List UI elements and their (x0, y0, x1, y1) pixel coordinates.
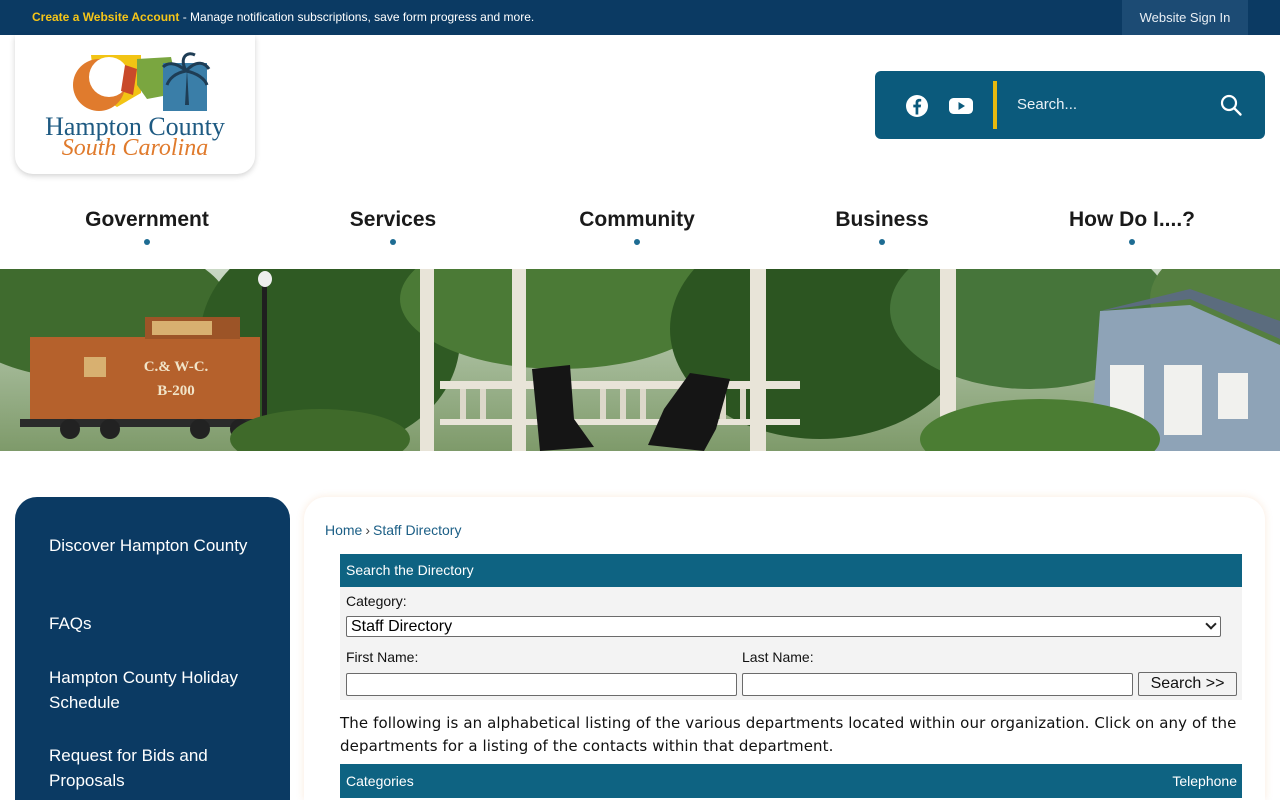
nav-business[interactable]: Business (835, 208, 928, 232)
breadcrumb-current[interactable]: Staff Directory (373, 522, 461, 538)
first-name-label: First Name: (346, 649, 419, 665)
search-icon[interactable] (1219, 93, 1243, 117)
breadcrumb-home-link[interactable]: Home (325, 522, 362, 538)
nav-government[interactable]: Government (85, 208, 209, 232)
category-select-value: Staff Directory (351, 618, 453, 635)
caboose-lettering: C.& W-C. (144, 359, 209, 375)
directory-search-header: Search the Directory (340, 554, 1242, 587)
sign-in-button[interactable]: Website Sign In (1122, 0, 1248, 35)
chevron-down-icon (1205, 618, 1217, 630)
nav-dot-indicator (144, 239, 150, 245)
sidebar-item-holiday-schedule[interactable]: Hampton County Holiday Schedule (49, 665, 259, 715)
breadcrumb-separator: › (365, 522, 371, 538)
search-panel: Search... (875, 71, 1265, 139)
logo-graphic-icon (73, 52, 211, 111)
caboose-number: B-200 (157, 383, 195, 399)
create-account-description: - Manage notification subscriptions, sav… (179, 10, 535, 24)
create-account-link[interactable]: Create a Website Account (32, 10, 179, 24)
site-logo[interactable]: Hampton County South Carolina (15, 35, 255, 174)
categories-table-header: Categories Telephone (340, 764, 1242, 798)
nav-dot-indicator (634, 239, 640, 245)
account-message: Create a Website Account - Manage notifi… (32, 10, 534, 24)
directory-search-button[interactable]: Search >> (1138, 672, 1237, 696)
nav-how-do-i[interactable]: How Do I....? (1069, 208, 1195, 232)
banner-scene-icon: C.& W-C. B-200 (0, 269, 1280, 451)
telephone-column-header: Telephone (1172, 773, 1237, 789)
category-select[interactable]: Staff Directory (346, 616, 1221, 637)
sidebar-navigation: Discover Hampton County FAQs Hampton Cou… (15, 497, 290, 800)
directory-search-form: Category: Staff Directory First Name: La… (340, 587, 1242, 700)
main-navigation: Government Services Community Business H… (0, 200, 1280, 250)
first-name-input[interactable] (346, 673, 737, 696)
facebook-icon[interactable] (905, 94, 929, 118)
sidebar-item-discover-hampton-county[interactable]: Discover Hampton County (49, 533, 259, 558)
nav-services[interactable]: Services (350, 208, 436, 232)
nav-dot-indicator (1129, 239, 1135, 245)
categories-column-header: Categories (346, 773, 414, 789)
youtube-icon[interactable] (949, 96, 973, 116)
top-bar: Create a Website Account - Manage notifi… (0, 0, 1280, 35)
last-name-label: Last Name: (742, 649, 814, 665)
search-divider (993, 81, 997, 129)
nav-dot-indicator (879, 239, 885, 245)
main-content: Home › Staff Directory Search the Director… (304, 497, 1265, 800)
nav-community[interactable]: Community (579, 208, 695, 232)
nav-dot-indicator (390, 239, 396, 245)
directory-intro-text: The following is an alphabetical listing… (340, 714, 1237, 755)
sidebar-item-bids-proposals[interactable]: Request for Bids and Proposals (49, 743, 259, 793)
last-name-input[interactable] (742, 673, 1133, 696)
search-input[interactable]: Search... (1017, 96, 1077, 113)
breadcrumb: Home › Staff Directory (325, 522, 461, 538)
sidebar-item-faqs[interactable]: FAQs (49, 611, 259, 636)
category-label: Category: (346, 593, 407, 609)
logo-subtitle: South Carolina (61, 135, 209, 161)
hero-banner-image: C.& W-C. B-200 (0, 269, 1280, 451)
